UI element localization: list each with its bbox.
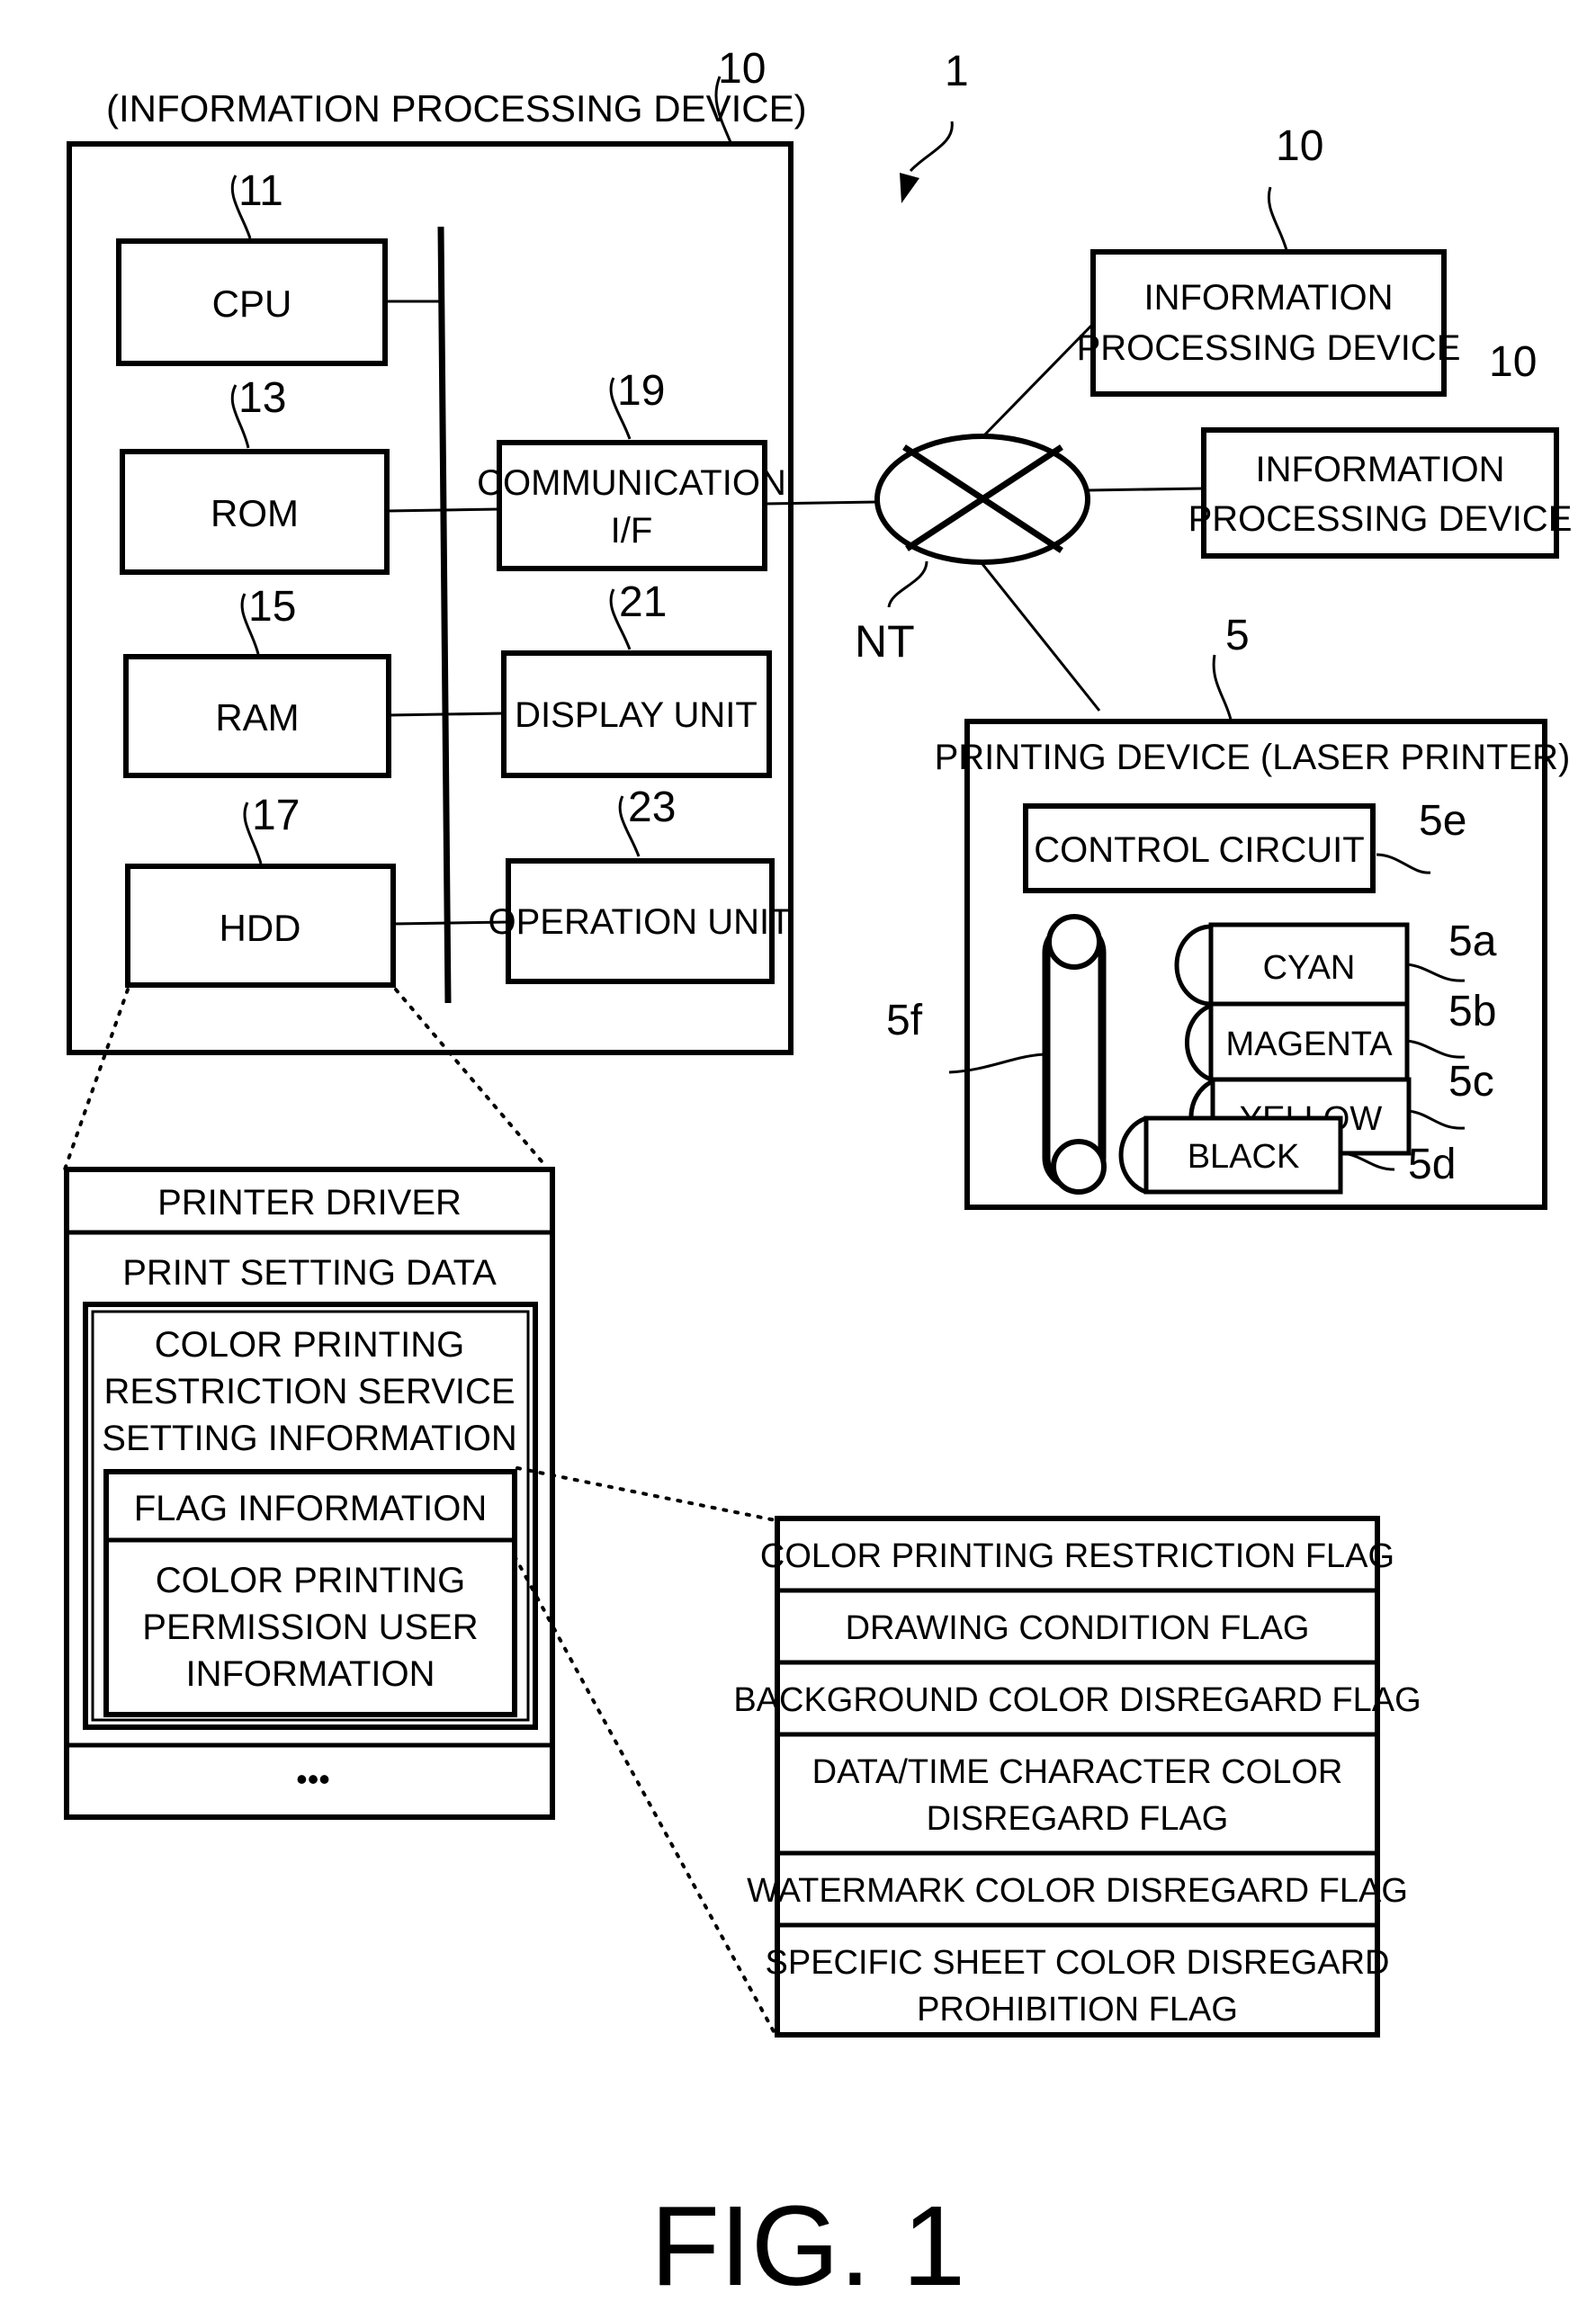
control-circuit-label: CONTROL CIRCUIT (1034, 830, 1364, 870)
main-device-ref: 10 (718, 45, 766, 93)
operation-unit-label: OPERATION UNIT (488, 902, 791, 942)
flags-table: COLOR PRINTING RESTRICTION FLAG DRAWING C… (733, 1516, 1421, 2038)
link-network-to-printer (981, 563, 1101, 712)
communication-if-ref: 19 (617, 367, 665, 415)
operation-unit-ref: 23 (628, 784, 676, 831)
cpu-ref: 11 (238, 167, 283, 215)
display-unit-ref: 21 (619, 578, 667, 626)
remote-device-2-label-line1: INFORMATION (1255, 450, 1504, 489)
figure-caption: FIG. 1 (650, 2182, 965, 2309)
remote-device-1-label-line1: INFORMATION (1143, 278, 1393, 318)
flag-label: SPECIFIC SHEET COLOR DISREGARD (766, 1944, 1390, 1982)
remote-device-1: 10 INFORMATION PROCESSING DEVICE (1077, 122, 1461, 397)
permission-user-line2: PERMISSION USER (142, 1608, 478, 1647)
remote-device-1-ref-leader (1268, 186, 1288, 251)
figure-canvas: (INFORMATION PROCESSING DEVICE) 10 11 CP… (63, 45, 1573, 2309)
hdd-label: HDD (220, 907, 301, 949)
flag-label: BACKGROUND COLOR DISREGARD FLAG (733, 1681, 1421, 1719)
system-ref-number: 1 (945, 48, 969, 95)
system-ref-arrow-line (909, 121, 954, 173)
network-ref-leader (887, 560, 928, 608)
flag-label: PROHIBITION FLAG (917, 1991, 1238, 2029)
yellow-ref: 5c (1448, 1058, 1494, 1106)
ram-ref: 15 (248, 583, 296, 631)
rom-ref: 13 (238, 374, 286, 422)
hdd-ref: 17 (252, 792, 300, 839)
magenta-label: MAGENTA (1225, 1026, 1393, 1063)
permission-user-line3: INFORMATION (185, 1654, 435, 1694)
permission-user-line1: COLOR PRINTING (156, 1561, 465, 1600)
link-main-to-network (764, 500, 878, 506)
flag-label: DISREGARD FLAG (927, 1800, 1229, 1838)
system-ref-arrow-head (900, 173, 919, 203)
link-network-to-device-1 (979, 324, 1093, 441)
remote-device-1-box (1090, 249, 1447, 397)
flag-zoom-line-top (516, 1466, 777, 1522)
black-label: BLACK (1188, 1138, 1300, 1176)
link-network-to-device-2 (1088, 487, 1205, 492)
network-label: NT (855, 616, 915, 667)
belt-roller-bottom-icon (1051, 1139, 1107, 1195)
flag-label: DRAWING CONDITION FLAG (846, 1609, 1310, 1647)
remote-device-2-ref: 10 (1489, 338, 1537, 386)
remote-device-1-label-line2: PROCESSING DEVICE (1077, 328, 1461, 368)
rom-label: ROM (211, 492, 299, 534)
system-ref: 1 (900, 48, 969, 203)
display-unit-label: DISPLAY UNIT (515, 695, 758, 735)
ram-label: RAM (215, 696, 299, 739)
service-setting-line2: RESTRICTION SERVICE (103, 1372, 515, 1411)
control-circuit-ref: 5e (1419, 797, 1466, 845)
black-ref: 5d (1408, 1141, 1456, 1188)
main-device: (INFORMATION PROCESSING DEVICE) 10 11 CP… (67, 45, 807, 1055)
printer-title: PRINTING DEVICE (LASER PRINTER) (935, 738, 1571, 777)
flag-row: COLOR PRINTING RESTRICTION FLAG (760, 1537, 1394, 1575)
hdd-detail: PRINTER DRIVER PRINT SETTING DATA COLOR … (63, 988, 555, 1820)
flag-label: WATERMARK COLOR DISREGARD FLAG (747, 1872, 1408, 1910)
cyan-label: CYAN (1263, 949, 1356, 987)
remote-device-1-ref: 10 (1276, 122, 1323, 170)
belt-ref: 5f (886, 997, 923, 1044)
printer-driver-label: PRINTER DRIVER (157, 1183, 462, 1223)
more-items-ellipsis: ••• (296, 1760, 330, 1797)
flag-label: COLOR PRINTING RESTRICTION FLAG (760, 1537, 1394, 1575)
magenta-ref: 5b (1448, 988, 1496, 1035)
communication-if-label-line1: COMMUNICATION (477, 463, 786, 503)
ram-bus-link (388, 712, 505, 717)
belt-roller-top-icon (1046, 914, 1102, 970)
cyan-ref: 5a (1448, 918, 1497, 965)
printer-ref: 5 (1225, 612, 1250, 659)
main-device-title: (INFORMATION PROCESSING DEVICE) (106, 87, 807, 130)
rom-bus-link (386, 507, 500, 513)
printer: 5 PRINTING DEVICE (LASER PRINTER) CONTRO… (886, 612, 1571, 1210)
communication-if-label-line2: I/F (611, 511, 653, 551)
printer-ref-leader (1212, 654, 1233, 721)
flag-information-label: FLAG INFORMATION (134, 1489, 488, 1528)
print-setting-data-label: PRINT SETTING DATA (122, 1253, 497, 1293)
service-setting-line1: COLOR PRINTING (155, 1325, 464, 1365)
service-setting-line3: SETTING INFORMATION (102, 1419, 516, 1458)
flag-label: DATA/TIME CHARACTER COLOR (812, 1753, 1343, 1791)
remote-device-2-label-line2: PROCESSING DEVICE (1188, 499, 1573, 539)
cpu-label: CPU (212, 282, 292, 325)
